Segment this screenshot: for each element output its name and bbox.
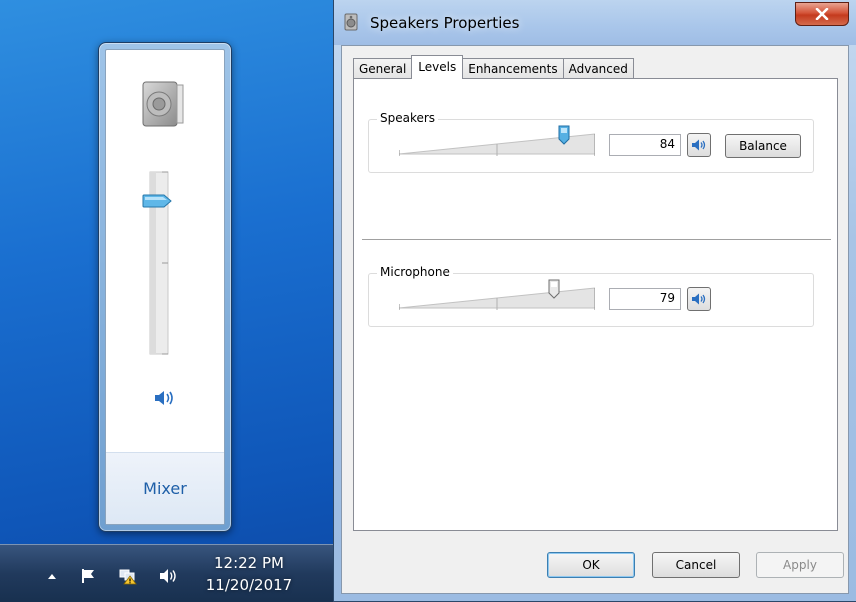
window-title: Speakers Properties [370,14,520,32]
speaker-device-icon[interactable] [137,79,185,129]
speakers-mute-button[interactable] [687,133,711,157]
tab-levels[interactable]: Levels [411,55,464,79]
show-hidden-icons-arrow-icon[interactable] [42,567,62,585]
microphone-group: Microphone 79 [368,265,814,327]
volume-flyout-panel: Mixer [105,49,225,525]
mixer-area: Mixer [106,452,224,524]
group-separator [362,239,831,240]
clock-date: 11/20/2017 [205,576,293,594]
speaker-volume-icon [692,293,706,305]
tab-enhancements[interactable]: Enhancements [462,58,564,79]
action-center-flag-icon[interactable] [78,567,98,585]
clock-time: 12:22 PM [214,554,284,572]
speakers-properties-window: Speakers Properties General Levels Enhan… [333,0,856,602]
mixer-link[interactable]: Mixer [143,479,187,498]
microphone-mute-button[interactable] [687,287,711,311]
tab-advanced[interactable]: Advanced [562,58,634,79]
speakers-group: Speakers 84 Balance [368,111,814,173]
cancel-button[interactable]: Cancel [652,552,740,578]
close-icon [815,8,829,20]
ok-button[interactable]: OK [547,552,635,578]
speaker-volume-icon[interactable] [152,388,176,408]
microphone-slider-thumb[interactable] [547,279,561,299]
tab-strip: General Levels Enhancements Advanced [353,55,634,79]
system-clock[interactable]: 12:22 PM 11/20/2017 [196,552,302,596]
volume-flyout: Mixer [98,42,232,532]
network-warning-icon[interactable] [118,567,138,585]
balance-button[interactable]: Balance [725,134,801,158]
microphone-group-label: Microphone [377,265,453,279]
speaker-window-icon [344,13,358,31]
volume-slider-thumb[interactable] [142,194,172,208]
microphone-level-value[interactable]: 79 [609,288,681,310]
tab-general[interactable]: General [353,58,413,79]
speakers-level-value[interactable]: 84 [609,134,681,156]
microphone-level-slider[interactable] [399,286,595,312]
speakers-slider-thumb[interactable] [557,125,571,145]
dialog-client-area: General Levels Enhancements Advanced Spe… [341,45,849,594]
close-button[interactable] [795,2,849,26]
speaker-volume-icon [692,139,706,151]
levels-tab-panel: Speakers 84 Balance Microphone 79 [353,78,838,531]
title-bar[interactable]: Speakers Properties [334,0,856,45]
speakers-group-label: Speakers [377,111,439,125]
apply-button[interactable]: Apply [756,552,844,578]
volume-tray-icon[interactable] [158,567,178,585]
